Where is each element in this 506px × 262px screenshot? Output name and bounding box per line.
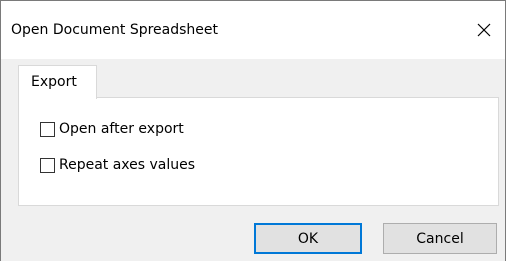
title-bar: Open Document Spreadsheet [1, 1, 505, 59]
open-after-export-option[interactable]: Open after export [40, 120, 184, 138]
close-button[interactable] [469, 15, 499, 45]
open-after-export-label: Open after export [59, 121, 184, 137]
repeat-axes-values-checkbox[interactable] [40, 157, 55, 173]
repeat-axes-values-option[interactable]: Repeat axes values [40, 156, 195, 174]
open-after-export-checkbox[interactable] [40, 121, 55, 137]
dialog-window: Open Document Spreadsheet Export Open af… [0, 0, 506, 261]
dialog-title: Open Document Spreadsheet [11, 22, 219, 38]
close-x-icon [476, 22, 492, 38]
repeat-axes-values-label: Repeat axes values [59, 157, 196, 173]
tab-export-label: Export [31, 74, 77, 90]
tab-export[interactable]: Export [18, 65, 97, 99]
cancel-button[interactable]: Cancel [383, 223, 497, 254]
export-tab-panel: Open after export Repeat axes values [18, 97, 499, 206]
ok-button[interactable]: OK [254, 223, 362, 254]
